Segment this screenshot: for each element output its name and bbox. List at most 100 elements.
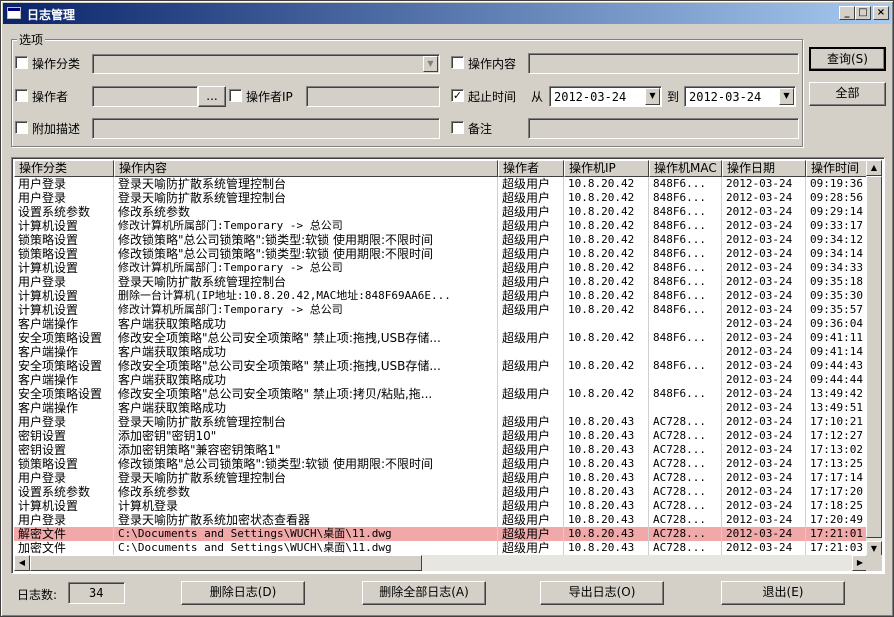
operator-input[interactable] — [92, 86, 198, 107]
table-cell: 超级用户 — [498, 247, 564, 261]
column-header[interactable]: 操作者 — [498, 160, 564, 177]
op-content-checkbox[interactable] — [451, 56, 464, 69]
table-cell: 10.8.20.43 — [564, 541, 649, 555]
table-row[interactable]: 计算机设置 计算机登录 超级用户 10.8.20.43 AC728... 2012-03-… — [14, 499, 868, 513]
table-cell: 修改计算机所属部门:Temporary -> 总公司 — [114, 261, 498, 275]
table-row[interactable]: 客户端操作 客户端获取策略成功 2012-03-24 09:44:44 — [14, 373, 868, 387]
extra-desc-checkbox[interactable] — [15, 121, 28, 134]
table-row[interactable]: 解密文件 C:\Documents and Settings\WUCH\桌面\11… — [14, 527, 868, 541]
table-cell: AC728... — [649, 527, 722, 541]
table-row[interactable]: 计算机设置 删除一台计算机(IP地址:10.8.20.42,MAC地址:848F6… — [14, 289, 868, 303]
table-row[interactable]: 客户端操作 客户端获取策略成功 2012-03-24 09:36:04 — [14, 317, 868, 331]
query-button[interactable]: 查询(S) — [809, 47, 886, 71]
table-row[interactable]: 密钥设置 添加密钥策略"兼容密钥策略1" 超级用户 10.8.20.43 AC728..… — [14, 443, 868, 457]
all-button[interactable]: 全部 — [809, 82, 886, 106]
table-row[interactable]: 用户登录 登录天喻防扩散系统管理控制台 超级用户 10.8.20.43 AC728...… — [14, 415, 868, 429]
table-cell: 09:36:04 — [806, 317, 868, 331]
table-cell: 10.8.20.43 — [564, 443, 649, 457]
table-row[interactable]: 密钥设置 添加密钥"密钥10" 超级用户 10.8.20.43 AC728... 2012… — [14, 429, 868, 443]
delete-log-button[interactable]: 删除日志(D) — [181, 581, 305, 605]
extra-desc-input[interactable] — [92, 118, 440, 139]
table-row[interactable]: 客户端操作 客户端获取策略成功 2012-03-24 09:41:14 — [14, 345, 868, 359]
table-cell: 修改计算机所属部门:Temporary -> 总公司 — [114, 303, 498, 317]
export-log-button[interactable]: 导出日志(O) — [540, 581, 664, 605]
remark-input[interactable] — [528, 118, 799, 139]
column-header[interactable]: 操作内容 — [114, 160, 498, 177]
table-cell: 超级用户 — [498, 205, 564, 219]
window-app-icon — [7, 7, 21, 19]
table-cell — [564, 345, 649, 359]
minimize-button[interactable]: _ — [839, 6, 855, 20]
table-row[interactable]: 安全项策略设置 修改安全项策略"总公司安全项策略" 禁止项:拖拽,USB存储...… — [14, 359, 868, 373]
column-header[interactable]: 操作机IP — [564, 160, 649, 177]
table-row[interactable]: 计算机设置 修改计算机所属部门:Temporary -> 总公司 超级用户 10.8.… — [14, 261, 868, 275]
op-category-select[interactable]: ▼ — [92, 54, 440, 74]
vertical-scrollbar[interactable]: ▲ ▼ — [866, 160, 882, 557]
log-table[interactable]: 操作分类 操作内容 操作者 操作机IP 操作机MAC 操作日期 操作时间 用户登录 登录天喻防… — [11, 157, 885, 574]
operator-ip-label: 操作者IP — [246, 90, 293, 104]
chevron-down-icon[interactable]: ▼ — [645, 88, 660, 105]
table-row[interactable]: 安全项策略设置 修改安全项策略"总公司安全项策略" 禁止项:拖拽,USB存储...… — [14, 331, 868, 345]
table-cell: 用户登录 — [14, 471, 114, 485]
date-range-checkbox[interactable]: ✓ — [451, 89, 464, 102]
table-cell: 09:35:30 — [806, 289, 868, 303]
column-header[interactable]: 操作分类 — [14, 160, 114, 177]
column-header[interactable]: 操作时间 — [806, 160, 868, 177]
op-category-checkbox[interactable] — [15, 56, 28, 69]
table-cell: 2012-03-24 — [722, 429, 806, 443]
table-cell: 用户登录 — [14, 177, 114, 191]
remark-checkbox[interactable] — [451, 121, 464, 134]
table-row[interactable]: 计算机设置 修改计算机所属部门:Temporary -> 总公司 超级用户 10.8.… — [14, 303, 868, 317]
table-cell: 848F6... — [649, 331, 722, 345]
table-cell: 848F6... — [649, 247, 722, 261]
table-row[interactable]: 用户登录 登录天喻防扩散系统加密状态查看器 超级用户 10.8.20.43 AC728.… — [14, 513, 868, 527]
table-row[interactable]: 用户登录 登录天喻防扩散系统管理控制台 超级用户 10.8.20.42 848F6...… — [14, 275, 868, 289]
table-cell: 09:34:14 — [806, 247, 868, 261]
table-cell: 2012-03-24 — [722, 457, 806, 471]
operator-browse-button[interactable]: ... — [198, 86, 226, 107]
table-cell: 2012-03-24 — [722, 261, 806, 275]
exit-button[interactable]: 退出(E) — [721, 581, 845, 605]
table-row[interactable]: 设置系统参数 修改系统参数 超级用户 10.8.20.43 AC728... 2012-0… — [14, 485, 868, 499]
extra-desc-label: 附加描述 — [32, 122, 81, 136]
vertical-scroll-thumb[interactable] — [866, 176, 882, 538]
table-cell: 2012-03-24 — [722, 485, 806, 499]
close-button[interactable]: × — [873, 6, 889, 20]
table-cell: 10.8.20.43 — [564, 527, 649, 541]
horizontal-scrollbar[interactable]: ◀ ▶ — [14, 555, 868, 571]
scroll-left-icon[interactable]: ◀ — [14, 555, 30, 571]
title-bar[interactable]: 日志管理 _ □ × — [3, 3, 891, 24]
horizontal-scroll-thumb[interactable] — [30, 555, 422, 571]
date-from-picker[interactable]: 2012-03-24 ▼ — [549, 86, 662, 107]
delete-all-logs-button[interactable]: 删除全部日志(A) — [362, 581, 486, 605]
table-cell: 添加密钥"密钥10" — [114, 429, 498, 443]
table-row[interactable]: 计算机设置 修改计算机所属部门:Temporary -> 总公司 超级用户 10.8.… — [14, 219, 868, 233]
table-cell: 2012-03-24 — [722, 513, 806, 527]
operator-ip-input[interactable] — [306, 86, 440, 107]
column-header[interactable]: 操作机MAC — [649, 160, 722, 177]
table-row[interactable]: 用户登录 登录天喻防扩散系统管理控制台 超级用户 10.8.20.42 848F6...… — [14, 177, 868, 191]
table-row[interactable]: 加密文件 C:\Documents and Settings\WUCH\桌面\11… — [14, 541, 868, 555]
scroll-up-icon[interactable]: ▲ — [866, 160, 882, 176]
table-row[interactable]: 安全项策略设置 修改安全项策略"总公司安全项策略" 禁止项:拷贝/粘贴,拖... 超… — [14, 387, 868, 401]
date-to-picker[interactable]: 2012-03-24 ▼ — [684, 86, 796, 107]
operator-ip-checkbox[interactable] — [229, 89, 242, 102]
table-row[interactable]: 用户登录 登录天喻防扩散系统管理控制台 超级用户 10.8.20.43 AC728...… — [14, 471, 868, 485]
column-header[interactable]: 操作日期 — [722, 160, 806, 177]
table-row[interactable]: 锁策略设置 修改锁策略"总公司锁策略":锁类型:软锁 使用期限:不限时间 超级用户 1… — [14, 233, 868, 247]
table-cell: 10.8.20.42 — [564, 177, 649, 191]
op-content-input[interactable] — [528, 53, 799, 74]
table-row[interactable]: 用户登录 登录天喻防扩散系统管理控制台 超级用户 10.8.20.42 848F6...… — [14, 191, 868, 205]
table-row[interactable]: 锁策略设置 修改锁策略"总公司锁策略":锁类型:软锁 使用期限:不限时间 超级用户 1… — [14, 247, 868, 261]
table-row[interactable]: 设置系统参数 修改系统参数 超级用户 10.8.20.42 848F6... 2012-0… — [14, 205, 868, 219]
table-body: 用户登录 登录天喻防扩散系统管理控制台 超级用户 10.8.20.42 848F6...… — [14, 177, 868, 557]
chevron-down-icon[interactable]: ▼ — [779, 88, 794, 105]
table-cell: 2012-03-24 — [722, 471, 806, 485]
operator-checkbox[interactable] — [15, 89, 28, 102]
table-cell: 超级用户 — [498, 387, 564, 401]
maximize-button[interactable]: □ — [855, 6, 871, 20]
table-row[interactable]: 客户端操作 客户端获取策略成功 2012-03-24 13:49:51 — [14, 401, 868, 415]
chevron-down-icon[interactable]: ▼ — [423, 56, 438, 72]
table-cell: 客户端操作 — [14, 345, 114, 359]
table-row[interactable]: 锁策略设置 修改锁策略"总公司锁策略":锁类型:软锁 使用期限:不限时间 超级用户 1… — [14, 457, 868, 471]
